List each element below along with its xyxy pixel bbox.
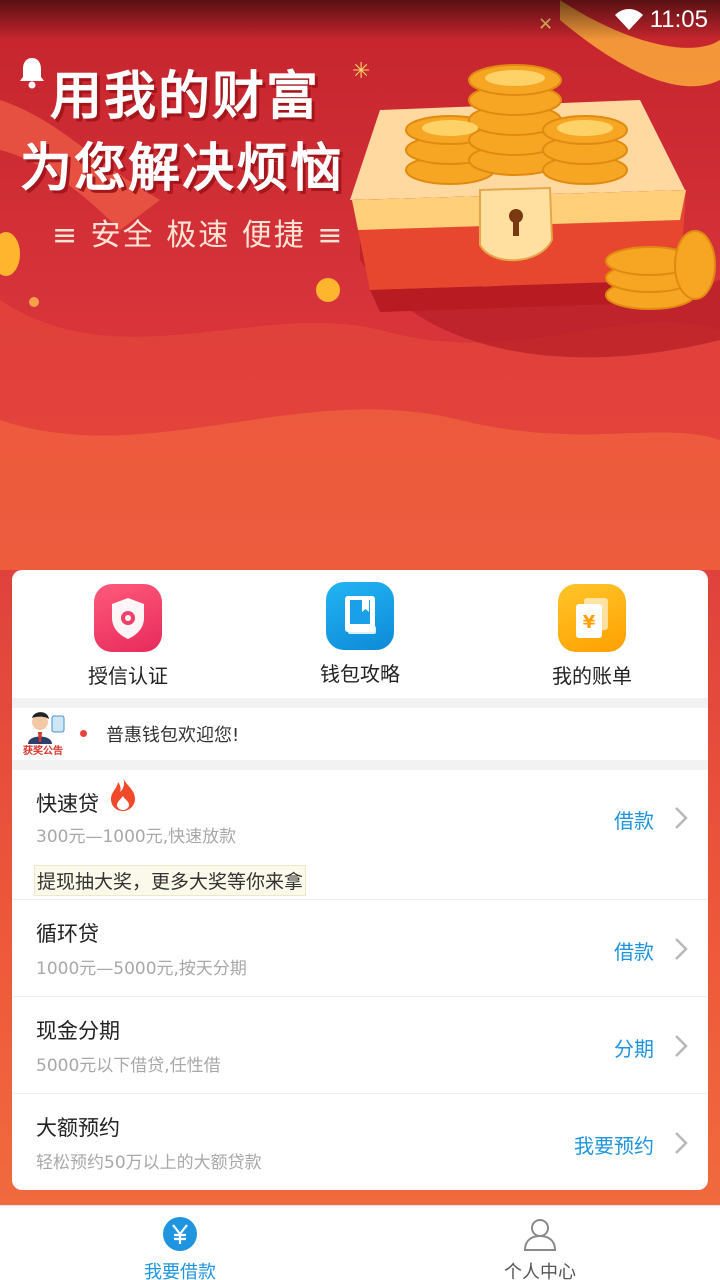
svg-text:获奖公告: 获奖公告 xyxy=(22,744,63,757)
shield-icon xyxy=(94,584,162,652)
bill-icon: ¥ xyxy=(558,584,626,652)
quick-action-label: 授信认证 xyxy=(88,664,168,688)
award-announcement-icon: 获奖公告 xyxy=(18,712,68,757)
chevron-right-icon[interactable] xyxy=(674,1131,688,1155)
fire-icon xyxy=(111,777,135,811)
chevron-right-icon[interactable] xyxy=(674,937,688,961)
bottom-nav: 我要借款 个人中心 xyxy=(0,1205,720,1280)
loan-action-installment[interactable]: 分期 xyxy=(614,1033,654,1062)
loan-action-appointment[interactable]: 我要预约 xyxy=(574,1130,654,1159)
quick-action-label: 钱包攻略 xyxy=(320,662,400,686)
loan-desc: 轻松预约50万以上的大额贷款 xyxy=(36,1153,262,1173)
hero-tagline: ≡ 安全 极速 便捷 ≡ xyxy=(52,218,345,253)
status-time: 11:05 xyxy=(649,6,708,33)
loan-desc: 1000元—5000元,按天分期 xyxy=(36,959,247,979)
loan-action-borrow[interactable]: 借款 xyxy=(614,805,654,834)
notice-bar[interactable]: 获奖公告 普惠钱包欢迎您! xyxy=(12,708,708,760)
divider xyxy=(12,698,708,708)
loan-desc: 300元—1000元,快速放款 xyxy=(36,827,237,847)
hero-title-line1: 用我的财富 xyxy=(50,67,321,127)
chevron-right-icon[interactable] xyxy=(674,806,688,830)
notice-dot xyxy=(80,730,87,737)
hero-title-line2: 为您解决烦恼 xyxy=(20,139,345,199)
wallet-guide-button[interactable]: 钱包攻略 xyxy=(244,570,476,698)
yen-icon xyxy=(163,1217,197,1251)
loan-name: 现金分期 xyxy=(36,1019,120,1043)
divider xyxy=(12,760,708,770)
loan-item-quick[interactable]: 快速贷 300元—1000元,快速放款 借款 提现抽大奖，更多大奖等你来拿 xyxy=(12,770,708,900)
person-icon xyxy=(523,1219,557,1251)
nav-tab-borrow[interactable]: 我要借款 xyxy=(0,1206,360,1280)
notice-text: 普惠钱包欢迎您! xyxy=(106,725,240,746)
bell-icon[interactable] xyxy=(18,56,46,90)
loan-desc: 5000元以下借贷,任性借 xyxy=(36,1056,221,1076)
loan-item-revolving[interactable]: 循环贷 1000元—5000元,按天分期 借款 xyxy=(12,900,708,997)
nav-label: 我要借款 xyxy=(144,1262,216,1280)
book-icon xyxy=(326,582,394,650)
credit-auth-button[interactable]: 授信认证 xyxy=(12,570,244,698)
loan-action-borrow[interactable]: 借款 xyxy=(614,936,654,965)
status-bar: 11:05 xyxy=(0,0,720,40)
main-card: 授信认证 钱包攻略 ¥ 我的账单 获奖公告 普惠钱包欢迎您! 快速贷 300元—… xyxy=(12,570,708,1190)
loan-name: 循环贷 xyxy=(36,922,99,946)
nav-tab-profile[interactable]: 个人中心 xyxy=(360,1206,720,1280)
promo-banner[interactable]: 提现抽大奖，更多大奖等你来拿 xyxy=(34,865,307,896)
loan-name: 大额预约 xyxy=(36,1116,120,1140)
loan-item-large-appointment[interactable]: 大额预约 轻松预约50万以上的大额贷款 我要预约 xyxy=(12,1094,708,1190)
loan-item-cash-installment[interactable]: 现金分期 5000元以下借贷,任性借 分期 xyxy=(12,997,708,1094)
loan-name: 快速贷 xyxy=(36,792,99,816)
quick-actions: 授信认证 钱包攻略 ¥ 我的账单 xyxy=(12,570,708,698)
my-bill-button[interactable]: ¥ 我的账单 xyxy=(476,570,708,698)
nav-label: 个人中心 xyxy=(504,1262,576,1280)
svg-text:¥: ¥ xyxy=(583,612,596,633)
quick-action-label: 我的账单 xyxy=(552,664,632,688)
treasure-chest-image xyxy=(350,64,716,312)
chevron-right-icon[interactable] xyxy=(674,1034,688,1058)
wifi-icon xyxy=(615,9,643,30)
